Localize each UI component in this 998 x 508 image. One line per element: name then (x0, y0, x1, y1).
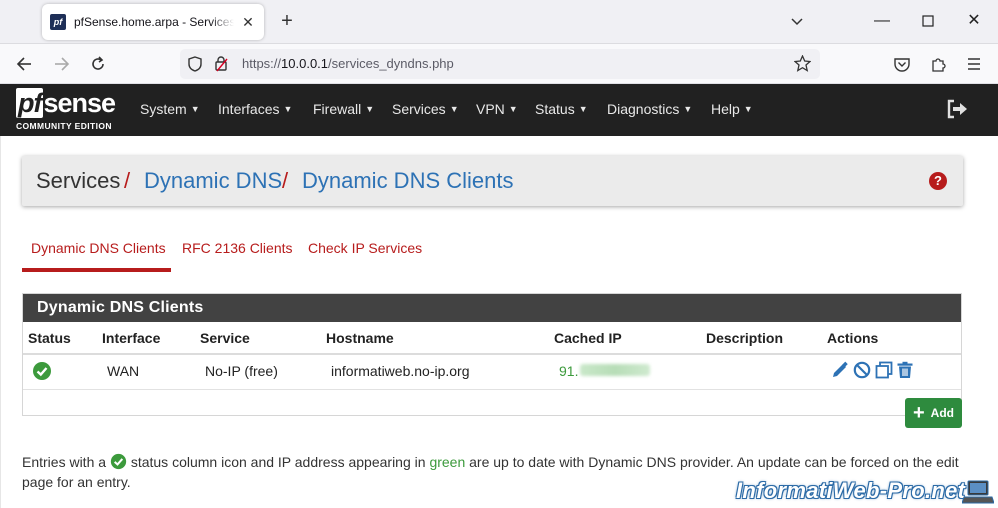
menu-help[interactable]: Help ▼ (711, 101, 753, 117)
status-ok-check-icon (32, 361, 52, 381)
panel-title: Dynamic DNS Clients (37, 299, 204, 316)
ddns-clients-panel: Dynamic DNS Clients Status Interface Ser… (22, 293, 962, 416)
close-window-icon[interactable]: ✕ (964, 10, 984, 32)
cell-hostname: informatiweb.no-ip.org (331, 363, 470, 379)
bookmark-star-icon[interactable] (793, 54, 812, 77)
breadcrumb-separator: / (124, 168, 131, 193)
tab-check-ip-services[interactable]: Check IP Services (308, 240, 422, 256)
caret-down-icon: ▼ (683, 104, 693, 114)
minimize-window-icon[interactable]: — (872, 10, 892, 32)
reload-icon[interactable] (86, 52, 110, 76)
help-icon[interactable]: ? (929, 172, 947, 190)
browser-navbar: https://10.0.0.1/services_dyndns.php (0, 44, 998, 84)
caret-down-icon: ▼ (283, 104, 293, 114)
pocket-icon[interactable] (890, 52, 914, 76)
back-icon[interactable] (12, 52, 36, 76)
caret-down-icon: ▼ (743, 104, 753, 114)
breadcrumb-services: Services (36, 168, 121, 193)
column-header-description: Description (706, 330, 784, 346)
status-ok-check-icon (110, 453, 127, 470)
caret-down-icon: ▼ (190, 104, 200, 114)
table-header-divider (23, 353, 961, 355)
new-tab-icon[interactable]: + (276, 10, 298, 32)
edit-icon[interactable] (831, 361, 849, 379)
pfsense-topbar: pfsense COMMUNITY EDITION System ▼ Interf… (0, 84, 998, 136)
column-header-service: Service (200, 330, 250, 346)
browser-tabstrip: pf pfSense.home.arpa - Services: Dynamic… (0, 0, 998, 44)
tab-dynamic-dns-clients[interactable]: Dynamic DNS Clients (31, 240, 166, 256)
caret-down-icon: ▼ (508, 104, 518, 114)
column-header-actions: Actions (827, 330, 879, 346)
lock-icon[interactable] (214, 55, 228, 77)
menu-vpn[interactable]: VPN ▼ (476, 101, 518, 117)
column-header-status: Status (28, 330, 71, 346)
menu-diagnostics[interactable]: Diagnostics ▼ (607, 101, 692, 117)
list-tabs-chevron-icon[interactable] (790, 14, 804, 32)
cell-interface: WAN (107, 363, 140, 379)
pfsense-logo[interactable]: pfsense COMMUNITY EDITION (14, 88, 124, 134)
delete-icon[interactable] (896, 361, 914, 379)
menu-interfaces[interactable]: Interfaces ▼ (218, 101, 292, 117)
ip-redacted-blur (580, 364, 650, 376)
table-row-divider (23, 389, 961, 390)
column-header-hostname: Hostname (326, 330, 394, 346)
caret-down-icon: ▼ (578, 104, 588, 114)
caret-down-icon: ▼ (365, 104, 375, 114)
caret-down-icon: ▼ (449, 104, 459, 114)
tab-rfc-2136-clients[interactable]: RFC 2136 Clients (182, 240, 293, 256)
browser-tab[interactable]: pf pfSense.home.arpa - Services: Dynamic… (42, 4, 264, 40)
page-content: Services / Dynamic DNS / Dynamic DNS Cli… (0, 136, 998, 508)
menu-status[interactable]: Status ▼ (535, 101, 588, 117)
extensions-puzzle-icon[interactable] (926, 52, 950, 76)
watermark-text: InformatiWeb-Pro.net (736, 478, 966, 503)
maximize-window-icon[interactable] (918, 10, 938, 34)
menu-services[interactable]: Services ▼ (392, 101, 459, 117)
breadcrumb-separator: / (282, 168, 289, 193)
active-tab-indicator (22, 268, 171, 272)
subtabs: Dynamic DNS Clients RFC 2136 Clients Che… (22, 228, 963, 273)
disable-icon[interactable] (853, 361, 871, 379)
breadcrumb-dynamic-dns[interactable]: Dynamic DNS (144, 168, 282, 194)
menu-firewall[interactable]: Firewall ▼ (313, 101, 374, 117)
computer-logo-icon (961, 480, 995, 504)
column-header-interface: Interface (102, 330, 161, 346)
forward-icon[interactable] (50, 52, 74, 76)
copy-icon[interactable] (875, 361, 893, 379)
panel-heading: Dynamic DNS Clients (23, 294, 961, 322)
url-text[interactable]: https://10.0.0.1/services_dyndns.php (242, 56, 454, 71)
plus-icon: + (912, 402, 925, 424)
tab-title: pfSense.home.arpa - Services: Dynamic DN… (74, 15, 234, 29)
menu-system[interactable]: System ▼ (140, 101, 200, 117)
column-header-cached-ip: Cached IP (554, 330, 622, 346)
logout-icon[interactable] (946, 99, 968, 119)
breadcrumb: Services / Dynamic DNS / Dynamic DNS Cli… (22, 156, 963, 206)
app-menu-icon[interactable] (962, 52, 986, 76)
add-button-label: Add (930, 406, 954, 420)
breadcrumb-dynamic-dns-clients[interactable]: Dynamic DNS Clients (302, 168, 514, 194)
tab-close-icon[interactable]: ✕ (240, 14, 256, 31)
url-bar[interactable]: https://10.0.0.1/services_dyndns.php (180, 49, 820, 79)
tracking-shield-icon[interactable] (188, 56, 202, 77)
pfsense-favicon-icon: pf (50, 14, 66, 30)
cell-cached-ip: 91. (559, 363, 579, 379)
cell-service: No-IP (free) (205, 363, 278, 379)
add-button[interactable]: + Add (905, 398, 962, 428)
